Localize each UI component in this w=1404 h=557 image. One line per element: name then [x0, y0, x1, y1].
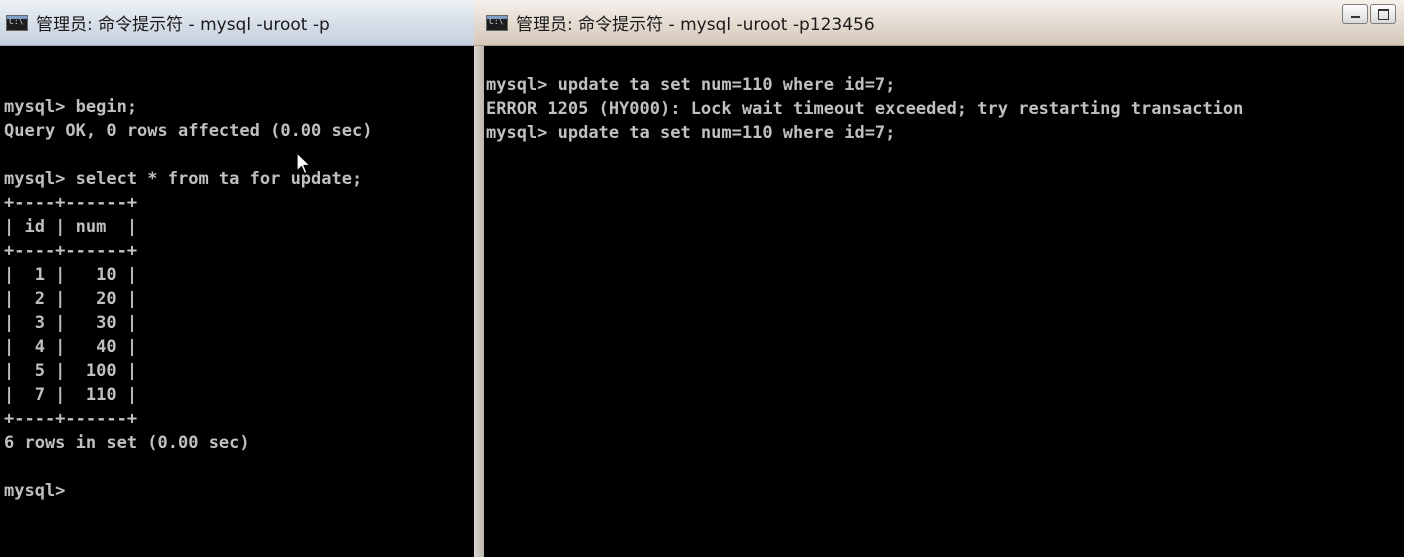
right-window-title: 管理员: 命令提示符 - mysql -uroot -p123456 — [516, 15, 875, 35]
console-line: | 4 | 40 | — [4, 337, 138, 357]
mouse-pointer-icon — [296, 152, 311, 175]
window-border — [474, 46, 484, 557]
left-window-title: 管理员: 命令提示符 - mysql -uroot -p — [36, 15, 330, 35]
console-line: | 3 | 30 | — [4, 313, 138, 333]
right-command-window[interactable]: 管理员: 命令提示符 - mysql -uroot -p123456 mysql… — [474, 0, 1404, 557]
left-window-titlebar[interactable]: 管理员: 命令提示符 - mysql -uroot -p — [0, 0, 474, 46]
maximize-icon[interactable] — [1370, 4, 1396, 24]
console-line: mysql> begin; — [4, 97, 138, 117]
console-line: | 1 | 10 | — [4, 265, 138, 285]
console-line: | 5 | 100 | — [4, 361, 138, 381]
console-line: mysql> select * from ta for update; — [4, 169, 363, 189]
right-window-titlebar[interactable]: 管理员: 命令提示符 - mysql -uroot -p123456 — [474, 0, 1404, 46]
desktop: 管理员: 命令提示符 - mysql -uroot -p mysql> begi… — [0, 0, 1404, 557]
console-line: +----+------+ — [4, 241, 138, 261]
console-line: +----+------+ — [4, 409, 138, 429]
cmd-icon — [6, 14, 28, 31]
console-line: mysql> — [4, 481, 66, 501]
left-console-output[interactable]: mysql> begin; Query OK, 0 rows affected (… — [0, 46, 474, 503]
minimize-icon[interactable] — [1342, 4, 1368, 24]
console-line: ERROR 1205 (HY000): Lock wait timeout ex… — [486, 99, 1244, 119]
console-line: | id | num | — [4, 217, 138, 237]
left-command-window[interactable]: 管理员: 命令提示符 - mysql -uroot -p mysql> begi… — [0, 0, 474, 557]
console-line: +----+------+ — [4, 193, 138, 213]
console-line: Query OK, 0 rows affected (0.00 sec) — [4, 121, 373, 141]
console-line: | 7 | 110 | — [4, 385, 138, 405]
console-line: | 2 | 20 | — [4, 289, 138, 309]
console-line: 6 rows in set (0.00 sec) — [4, 433, 250, 453]
window-controls — [1342, 4, 1396, 24]
cmd-icon — [486, 14, 508, 31]
right-console-output[interactable]: mysql> update ta set num=110 where id=7;… — [474, 46, 1404, 145]
console-line: mysql> update ta set num=110 where id=7; — [486, 123, 896, 143]
console-line: mysql> update ta set num=110 where id=7; — [486, 75, 896, 95]
